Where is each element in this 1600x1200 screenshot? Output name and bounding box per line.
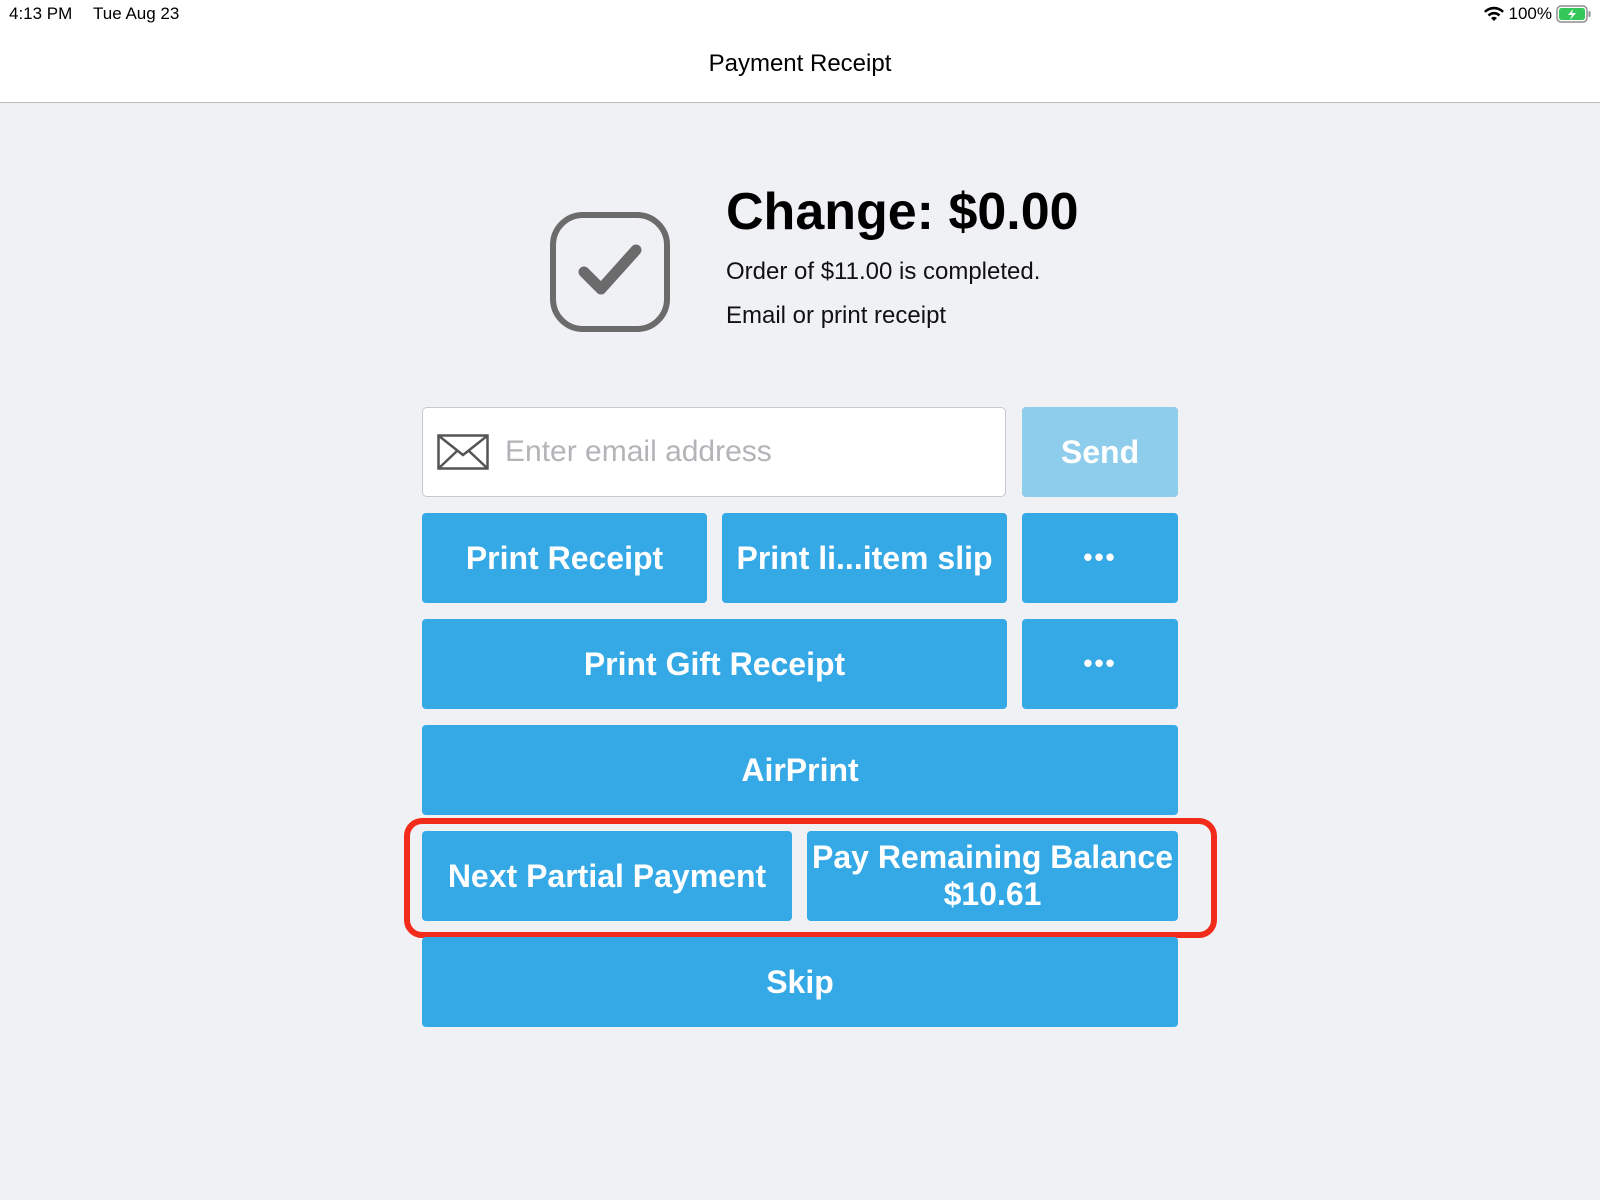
print-receipt-button[interactable]: Print Receipt bbox=[422, 513, 707, 603]
airprint-button[interactable]: AirPrint bbox=[422, 725, 1178, 815]
battery-percentage: 100% bbox=[1508, 4, 1552, 23]
checkmark-square-icon bbox=[550, 212, 670, 332]
order-status-text: Order of $11.00 is completed. bbox=[726, 258, 1041, 285]
print-line-item-slip-button[interactable]: Print li...item slip bbox=[722, 513, 1007, 603]
change-amount: Change: $0.00 bbox=[726, 183, 1079, 241]
status-indicators: 100% bbox=[1483, 3, 1592, 25]
envelope-icon bbox=[437, 434, 489, 470]
status-date: Tue Aug 23 bbox=[93, 4, 180, 23]
skip-button[interactable]: Skip bbox=[422, 937, 1178, 1027]
print-gift-receipt-button[interactable]: Print Gift Receipt bbox=[422, 619, 1007, 709]
receipt-prompt-text: Email or print receipt bbox=[726, 302, 947, 329]
wifi-icon bbox=[1483, 6, 1504, 21]
battery-icon bbox=[1556, 5, 1591, 23]
top-bar: 4:13 PM Tue Aug 23 100% Payment Receipt bbox=[0, 0, 1600, 103]
status-time: 4:13 PM bbox=[9, 4, 73, 23]
print-options-more-button[interactable]: ••• bbox=[1022, 513, 1178, 603]
gift-receipt-more-button[interactable]: ••• bbox=[1022, 619, 1178, 709]
email-input[interactable] bbox=[505, 426, 985, 478]
highlight-box bbox=[404, 818, 1217, 938]
page-title: Payment Receipt bbox=[708, 50, 892, 77]
send-button[interactable]: Send bbox=[1022, 407, 1178, 497]
email-field[interactable] bbox=[422, 407, 1006, 497]
